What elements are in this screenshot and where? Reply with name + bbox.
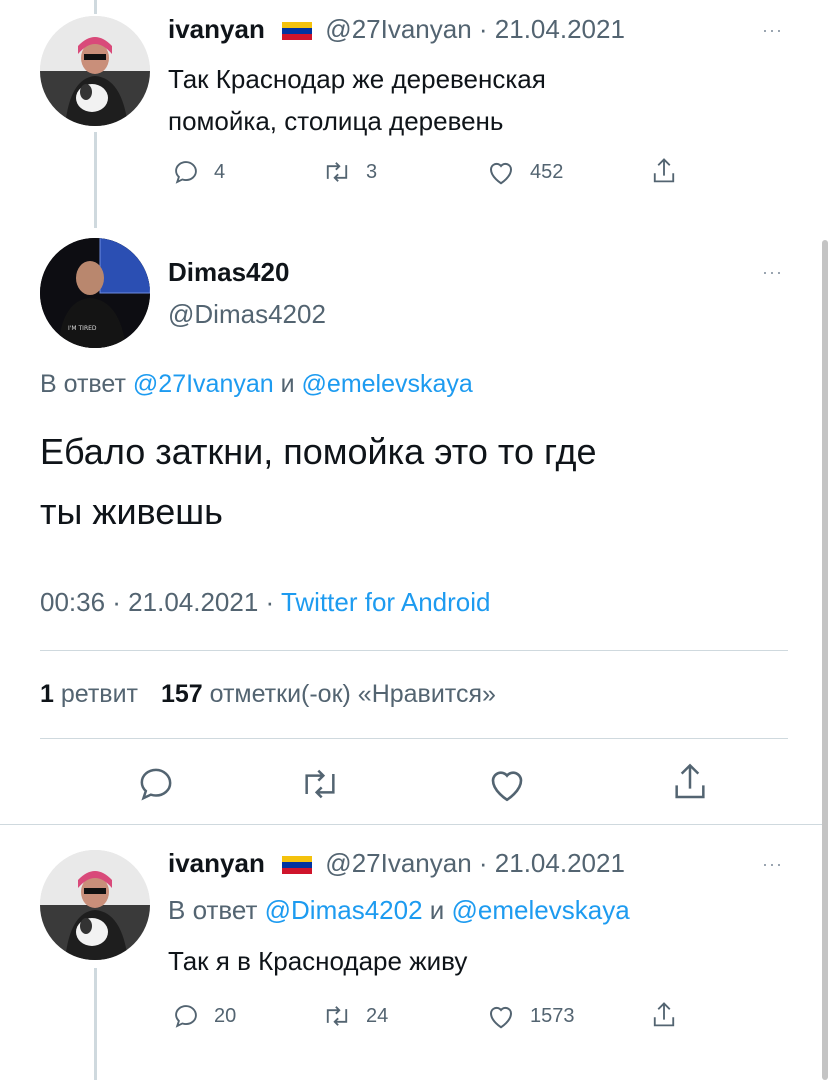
reply-button[interactable]: 20 xyxy=(172,1002,236,1030)
reply-count: 20 xyxy=(214,1004,237,1027)
retweet-button[interactable] xyxy=(298,764,342,804)
reply-count: 4 xyxy=(214,160,226,183)
tweet-meta[interactable]: @27Ivanyan · 21.04.2021 xyxy=(325,14,625,44)
share-icon xyxy=(653,1002,675,1027)
share-button[interactable] xyxy=(670,760,710,804)
like-button[interactable]: 1573 xyxy=(486,1002,575,1030)
retweet-button[interactable]: 24 xyxy=(322,1002,388,1030)
engagement-stats: 1 ретвит 157 отметки(-ок) «Нравится» xyxy=(40,680,496,709)
thread-line-top xyxy=(94,0,97,14)
display-name[interactable]: ivanyan xyxy=(168,848,265,878)
retweet-count: 3 xyxy=(366,160,378,183)
retweet-stat-count: 1 xyxy=(40,680,54,708)
like-button[interactable]: 452 xyxy=(486,158,563,186)
avatar-ivanyan[interactable] xyxy=(40,850,150,960)
like-stat-label: отметки(-ок) «Нравится» xyxy=(209,680,496,708)
tweet-text-line: ты живешь xyxy=(40,491,223,532)
share-icon xyxy=(653,158,675,183)
reply-icon xyxy=(140,768,172,801)
like-stat-count: 157 xyxy=(160,680,203,708)
like-count: 1573 xyxy=(530,1004,575,1027)
reply-context: В ответ @27Ivanyan и @emelevskaya xyxy=(40,370,473,399)
tweet-text: Ебало заткни, помойка это то где ты живе… xyxy=(40,422,597,542)
reply-and: и xyxy=(429,895,445,925)
divider xyxy=(40,650,788,651)
tweet-text-line: Ебало заткни, помойка это то где xyxy=(40,431,597,472)
thread-line-3 xyxy=(94,968,97,1080)
reply-icon xyxy=(175,161,197,184)
reply-button[interactable]: 4 xyxy=(172,158,225,186)
mention-link[interactable]: @Dimas4202 xyxy=(265,895,423,925)
more-icon[interactable]: ··· xyxy=(762,262,783,283)
like-icon xyxy=(489,1006,513,1029)
like-icon xyxy=(491,771,523,802)
thread-line-1 xyxy=(94,132,97,228)
tweet-text-line: Так Краснодар же деревенская xyxy=(168,64,546,94)
tweet-text: Так Краснодар же деревенская помойка, ст… xyxy=(168,58,546,142)
retweet-icon xyxy=(326,1006,348,1026)
mention-link[interactable]: @emelevskaya xyxy=(302,370,473,398)
share-button[interactable] xyxy=(650,1000,678,1030)
tweet-meta[interactable]: @27Ivanyan · 21.04.2021 xyxy=(325,848,625,878)
avatar-dimas420[interactable]: I'M TIRED xyxy=(40,238,150,348)
retweet-count: 24 xyxy=(366,1004,389,1027)
reply-icon xyxy=(175,1005,197,1028)
share-button[interactable] xyxy=(650,156,678,186)
tweet-text-line: помойка, столица деревень xyxy=(168,106,504,136)
avatar-ivanyan[interactable] xyxy=(40,16,150,126)
mention-link[interactable]: @emelevskaya xyxy=(452,895,630,925)
divider xyxy=(40,738,788,739)
display-name[interactable]: ivanyan xyxy=(168,14,265,44)
retweet-icon xyxy=(305,769,335,799)
handle[interactable]: @Dimas4202 xyxy=(168,299,326,330)
scrollbar[interactable] xyxy=(822,240,828,1080)
reply-prefix: В ответ xyxy=(168,895,258,925)
mention-link[interactable]: @27Ivanyan xyxy=(133,370,274,398)
retweet-button[interactable]: 3 xyxy=(322,158,377,186)
tweet-timestamp: 00:36 · 21.04.2021 · Twitter for Android xyxy=(40,587,490,618)
display-name[interactable]: Dimas420 xyxy=(168,257,289,288)
reply-button[interactable] xyxy=(136,764,176,804)
share-icon xyxy=(675,763,705,799)
retweet-stat-label: ретвит xyxy=(60,680,138,708)
tweet-text: Так я в Краснодаре живу xyxy=(168,946,468,976)
flag-icon xyxy=(282,16,313,40)
retweet-icon xyxy=(326,162,348,182)
like-icon xyxy=(489,162,513,185)
divider xyxy=(0,824,828,825)
more-icon[interactable]: ··· xyxy=(762,20,783,41)
svg-text:I'M TIRED: I'M TIRED xyxy=(68,325,97,332)
retweet-stat[interactable]: 1 ретвит xyxy=(40,680,138,708)
like-count: 452 xyxy=(530,160,564,183)
like-stat[interactable]: 157 отметки(-ок) «Нравится» xyxy=(161,680,496,708)
reply-context: В ответ @Dimas4202 и @emelevskaya xyxy=(168,895,630,926)
like-button[interactable] xyxy=(486,764,528,804)
source-link[interactable]: Twitter for Android xyxy=(281,587,491,617)
more-icon[interactable]: ··· xyxy=(762,854,783,875)
flag-icon xyxy=(282,850,313,874)
reply-prefix: В ответ xyxy=(40,370,126,398)
time-date[interactable]: 00:36 · 21.04.2021 · xyxy=(40,587,281,617)
reply-and: и xyxy=(280,370,295,398)
